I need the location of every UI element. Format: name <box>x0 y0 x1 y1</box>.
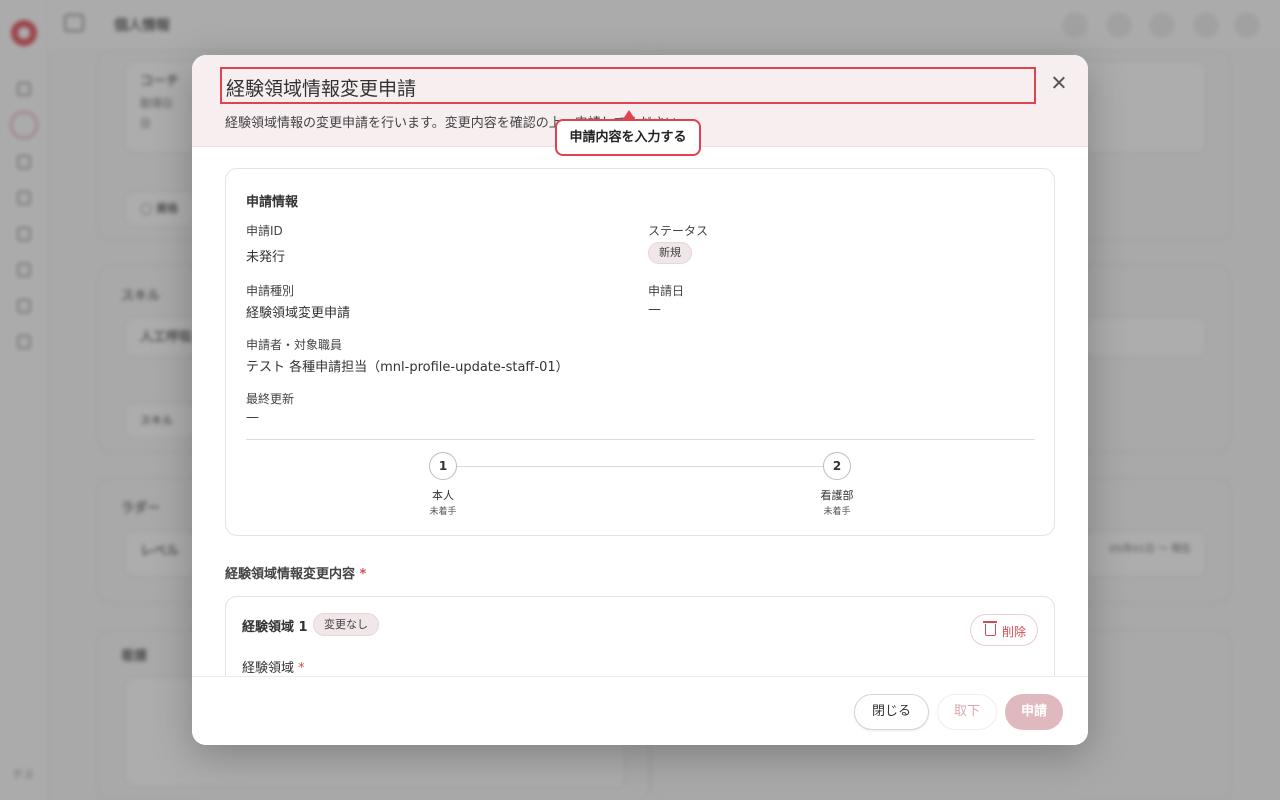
experience-area-field-label-text: 経験領域 <box>242 661 295 676</box>
approval-step-1-status: 未着手 <box>429 507 457 517</box>
last-updated-label: 最終更新 <box>246 392 295 406</box>
trash-icon <box>983 621 997 636</box>
no-change-badge: 変更なし <box>313 613 379 636</box>
approval-step-2-number: 2 <box>823 452 851 480</box>
change-content-heading: 経験領域情報変更内容 * <box>225 563 366 582</box>
change-request-modal: 経験領域情報変更申請 経験領域情報の変更申請を行います。変更内容を確認の上、申請… <box>192 55 1088 745</box>
experience-area-required-mark: * <box>298 661 305 676</box>
application-info-heading: 申請情報 <box>246 195 299 210</box>
required-mark: * <box>359 567 367 582</box>
withdraw-button[interactable]: 取下 <box>937 694 997 730</box>
applicant-label: 申請者・対象職員 <box>246 338 343 352</box>
application-date-label: 申請日 <box>648 284 685 298</box>
last-updated-value: — <box>246 410 259 425</box>
application-date-value: — <box>648 302 661 317</box>
applicant-value: テスト 各種申請担当（mnl-profile-update-staff-01） <box>246 360 569 375</box>
close-icon[interactable] <box>1050 74 1068 92</box>
approval-step-1-name: 本人 <box>432 489 454 502</box>
status-badge: 新規 <box>648 242 692 264</box>
approval-step-2-name: 看護部 <box>820 489 854 502</box>
tooltip-arrow <box>623 110 635 119</box>
delete-label: 削除 <box>1002 625 1027 639</box>
application-info-card: 申請情報 申請ID 未発行 ステータス 新規 申請種別 経験領域変更申請 申請日… <box>225 168 1055 536</box>
info-divider <box>246 439 1035 440</box>
guide-tooltip: 申請内容を入力する <box>555 119 701 156</box>
apply-button[interactable]: 申請 <box>1005 694 1063 730</box>
approval-step-2-status: 未着手 <box>823 507 851 517</box>
status-label: ステータス <box>648 224 709 238</box>
delete-button[interactable]: 削除 <box>970 614 1038 646</box>
application-type-label: 申請種別 <box>246 284 295 298</box>
modal-title: 経験領域情報変更申請 <box>226 78 417 100</box>
application-id-value: 未発行 <box>246 250 286 265</box>
application-id-label: 申請ID <box>246 224 283 238</box>
application-type-value: 経験領域変更申請 <box>246 306 351 321</box>
modal-footer: 閉じる 取下 申請 <box>192 676 1088 745</box>
change-content-heading-text: 経験領域情報変更内容 <box>225 567 356 582</box>
close-button[interactable]: 閉じる <box>854 694 929 730</box>
approval-step-connector <box>456 466 836 467</box>
modal-title-highlight: 経験領域情報変更申請 <box>220 67 1036 104</box>
approval-step-1-number: 1 <box>429 452 457 480</box>
experience-area-title: 経験領域 1 <box>242 620 308 635</box>
experience-area-field-label: 経験領域 * <box>242 657 305 676</box>
